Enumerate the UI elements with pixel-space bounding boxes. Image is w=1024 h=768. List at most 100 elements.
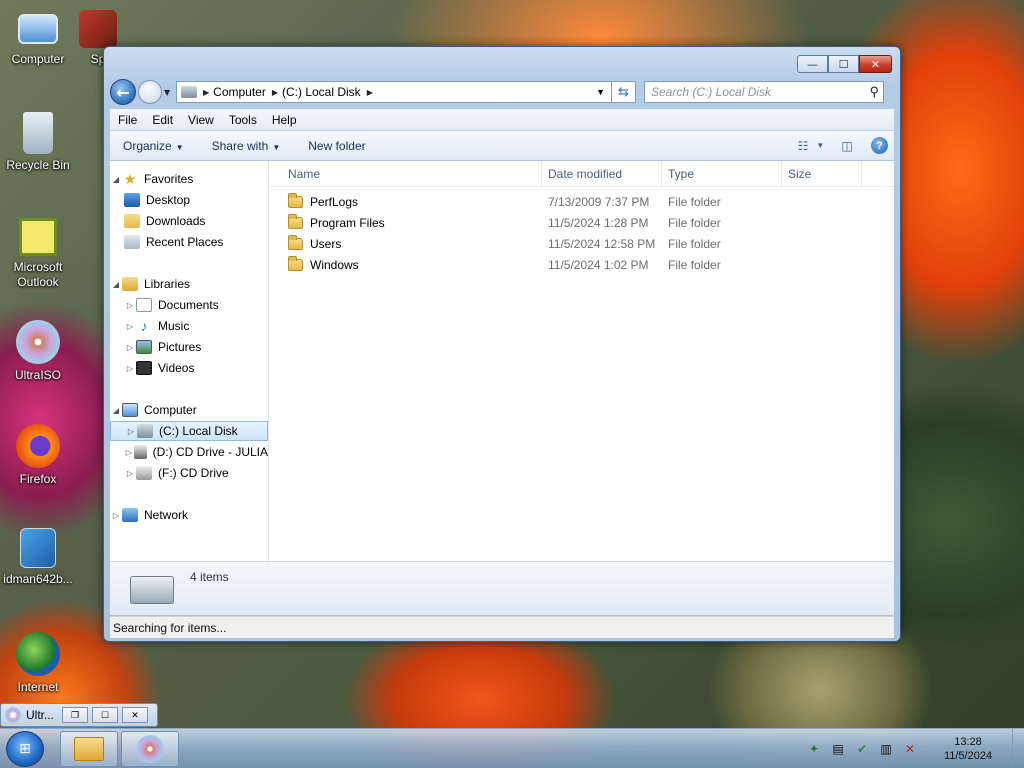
collapse-arrow-icon[interactable]: ▷: [124, 364, 136, 373]
document-icon[interactable]: ▤: [829, 741, 847, 757]
show-desktop-button[interactable]: [1012, 729, 1024, 768]
clock-time: 13:28: [954, 736, 982, 748]
chevron-down-icon[interactable]: ▼: [590, 87, 611, 97]
volume-muted-icon[interactable]: ✕: [901, 741, 919, 757]
menu-file[interactable]: File: [118, 113, 137, 127]
collapse-arrow-icon[interactable]: ▷: [125, 427, 137, 436]
content-area: ◢ ★ Favorites Desktop Downloads Recent P…: [110, 161, 894, 561]
maximize-button[interactable]: ☐: [828, 55, 859, 73]
desktop-icon-label: Internet: [17, 680, 59, 694]
nav-c-drive[interactable]: ▷ (C:) Local Disk: [110, 421, 268, 441]
maximize-button[interactable]: ☐: [92, 707, 118, 723]
close-button[interactable]: ✕: [859, 55, 892, 73]
close-button[interactable]: ✕: [122, 707, 148, 723]
nav-downloads[interactable]: Downloads: [110, 211, 268, 231]
column-date-modified[interactable]: Date modified: [542, 161, 662, 187]
recycle-bin-icon: [23, 112, 53, 154]
menu-edit[interactable]: Edit: [152, 113, 173, 127]
nav-videos[interactable]: ▷ Videos: [110, 358, 268, 378]
help-button[interactable]: ?: [871, 137, 888, 154]
computer-icon: [18, 14, 58, 44]
nav-music[interactable]: ▷ ♪ Music: [110, 316, 268, 336]
nav-desktop[interactable]: Desktop: [110, 190, 268, 210]
nav-label: (D:) CD Drive - JULIA: [152, 445, 268, 459]
nav-label: Music: [158, 319, 190, 333]
expand-arrow-icon[interactable]: ◢: [110, 280, 122, 289]
folder-icon: [74, 737, 104, 761]
taskbar-explorer[interactable]: [60, 731, 118, 767]
star-icon: ★: [123, 170, 137, 187]
search-input[interactable]: Search (C:) Local Disk ⚲: [644, 81, 884, 103]
collapse-arrow-icon[interactable]: ▷: [110, 511, 122, 520]
desktop-icon-internet[interactable]: Internet: [0, 632, 76, 695]
menu-help[interactable]: Help: [272, 113, 297, 127]
address-bar[interactable]: ▶ Computer ▶ (C:) Local Disk ▶ ▼: [176, 81, 612, 103]
restore-button[interactable]: ❐: [62, 707, 88, 723]
recent-pages-dropdown[interactable]: ▼: [164, 88, 174, 97]
nav-network[interactable]: ▷ Network: [110, 505, 268, 525]
nav-d-drive[interactable]: ▷ (D:) CD Drive - JULIA: [110, 442, 268, 462]
folder-icon: [288, 192, 303, 208]
collapse-arrow-icon[interactable]: ▷: [124, 343, 136, 352]
details-pane: 4 items: [110, 561, 894, 615]
nav-computer[interactable]: ◢ Computer: [110, 400, 268, 420]
desktop-icon-label: Firefox: [19, 472, 57, 486]
collapse-arrow-icon[interactable]: ▷: [124, 301, 136, 310]
nav-f-drive[interactable]: ▷ (F:) CD Drive: [110, 463, 268, 483]
column-type[interactable]: Type: [662, 161, 782, 187]
file-row[interactable]: PerfLogs 7/13/2009 7:37 PM File folder: [270, 191, 894, 212]
nav-recent-places[interactable]: Recent Places: [110, 232, 268, 252]
column-size[interactable]: Size: [782, 161, 862, 187]
disc-icon: [5, 707, 21, 723]
breadcrumb-computer[interactable]: Computer: [213, 85, 266, 99]
network-icon[interactable]: ▥: [877, 741, 895, 757]
desktop-icon: [124, 193, 140, 207]
file-row[interactable]: Users 11/5/2024 12:58 PM File folder: [270, 233, 894, 254]
view-options-button[interactable]: ☷ ▼: [798, 137, 825, 155]
menu-view[interactable]: View: [188, 113, 214, 127]
nav-label: Desktop: [146, 193, 191, 207]
expand-arrow-icon[interactable]: ◢: [110, 406, 122, 415]
back-button[interactable]: ←: [110, 79, 136, 105]
expand-arrow-icon[interactable]: ◢: [110, 175, 122, 184]
desktop-icon-firefox[interactable]: Firefox: [0, 424, 76, 487]
desktop-icon-outlook[interactable]: Microsoft Outlook: [0, 218, 76, 290]
address-row: ← ▼ ▶ Computer ▶ (C:) Local Disk ▶ ▼ ⇆ S…: [110, 77, 894, 107]
column-name[interactable]: Name: [270, 161, 542, 187]
clock[interactable]: 13:28 11/5/2024: [928, 735, 1008, 763]
chevron-down-icon: ▼: [175, 142, 184, 152]
collapse-arrow-icon[interactable]: ▷: [124, 322, 136, 331]
new-folder-button[interactable]: New folder: [295, 139, 380, 153]
search-icon[interactable]: ⚲: [869, 84, 879, 100]
preview-pane-button[interactable]: ◫: [835, 137, 859, 155]
start-button[interactable]: ⊞: [6, 731, 44, 767]
taskbar-ultraiso[interactable]: [121, 731, 179, 767]
desktop-icon-ultraiso[interactable]: UltraISO: [0, 320, 76, 383]
breadcrumb-c-drive[interactable]: (C:) Local Disk: [282, 85, 361, 99]
menu-tools[interactable]: Tools: [229, 113, 257, 127]
minimize-button[interactable]: —: [797, 55, 828, 73]
folder-icon: [288, 255, 303, 271]
nav-favorites[interactable]: ◢ ★ Favorites: [110, 169, 268, 189]
collapse-arrow-icon[interactable]: ▷: [124, 448, 134, 457]
desktop-icon-idman[interactable]: idman642b...: [0, 528, 76, 587]
nav-libraries[interactable]: ◢ Libraries: [110, 274, 268, 294]
desktop-icon-recycle-bin[interactable]: Recycle Bin: [0, 112, 76, 173]
taskbar: ⊞ ✦ ▤ ✔ ▥ ✕ 13:28 11/5/2024: [0, 728, 1024, 768]
nav-documents[interactable]: ▷ Documents: [110, 295, 268, 315]
desktop-icon-computer[interactable]: Computer: [0, 10, 76, 67]
file-row[interactable]: Program Files 11/5/2024 1:28 PM File fol…: [270, 212, 894, 233]
organize-button[interactable]: Organize ▼: [110, 139, 199, 153]
collapse-arrow-icon[interactable]: ▷: [124, 469, 136, 478]
refresh-button[interactable]: ⇆: [612, 81, 636, 103]
chevron-right-icon[interactable]: ▶: [272, 88, 278, 97]
network-status-icon[interactable]: ✦: [805, 741, 823, 757]
action-center-icon[interactable]: ✔: [853, 741, 871, 757]
minimized-window-ultraiso[interactable]: Ultr... ❐ ☐ ✕: [0, 703, 158, 727]
file-row[interactable]: Windows 11/5/2024 1:02 PM File folder: [270, 254, 894, 275]
chevron-right-icon[interactable]: ▶: [367, 88, 373, 97]
nav-pictures[interactable]: ▷ Pictures: [110, 337, 268, 357]
installer-icon: [20, 528, 56, 568]
share-with-button[interactable]: Share with ▼: [199, 139, 296, 153]
forward-button[interactable]: [138, 80, 162, 104]
